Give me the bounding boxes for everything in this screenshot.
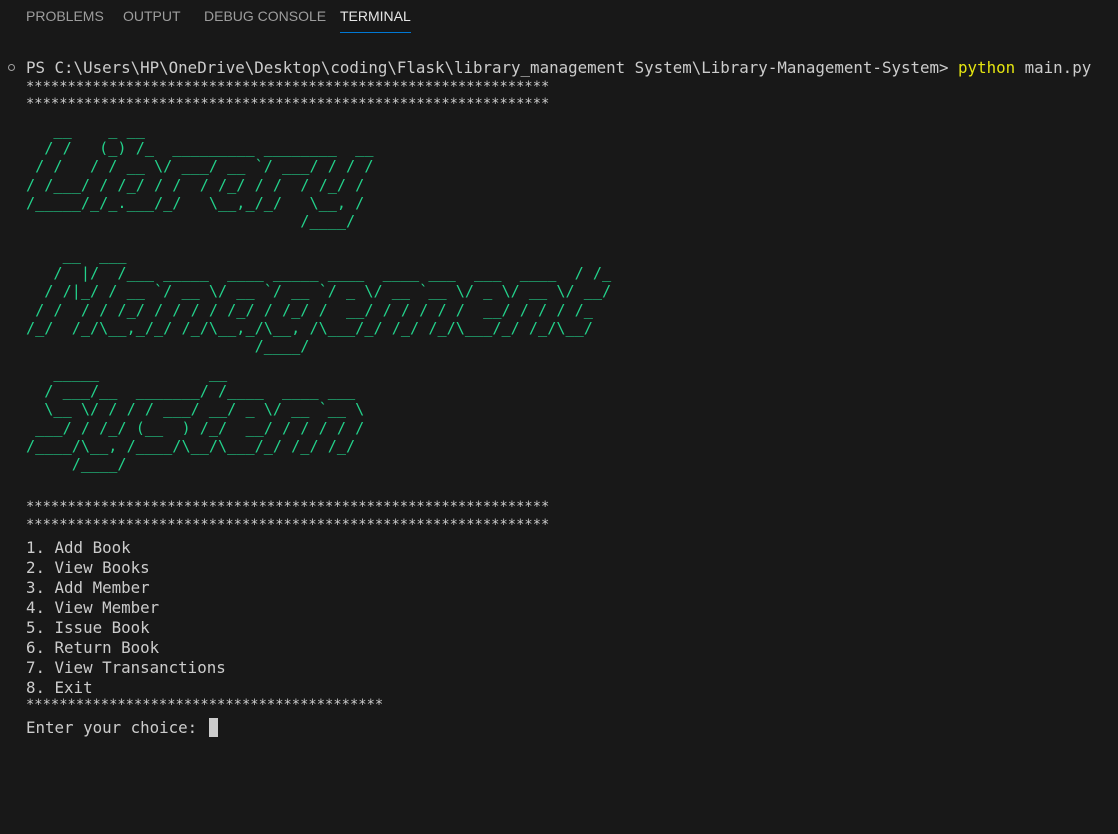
terminal-cursor[interactable]	[208, 718, 218, 737]
menu-item-issue-book: 5. Issue Book	[26, 618, 150, 637]
menu-item-view-books: 2. View Books	[26, 558, 150, 577]
tab-debug-console[interactable]: DEBUG CONSOLE	[204, 0, 326, 33]
command-decoration-circle-icon[interactable]	[8, 64, 15, 71]
separator-stars: ****************************************…	[26, 499, 550, 515]
terminal-panel: PROBLEMS OUTPUT DEBUG CONSOLE TERMINAL P…	[0, 0, 1118, 834]
terminal-output[interactable]: PS C:\Users\HP\OneDrive\Desktop\coding\F…	[26, 0, 1091, 737]
separator-stars: ****************************************…	[26, 517, 550, 533]
menu-item-view-transactions: 7. View Transanctions	[26, 658, 226, 677]
command-line: PS C:\Users\HP\OneDrive\Desktop\coding\F…	[26, 58, 1091, 78]
separator-stars: ****************************************…	[26, 96, 550, 112]
menu-item-add-member: 3. Add Member	[26, 578, 150, 597]
ascii-banner-library: __ _ __ / / (_) /_ _________ ________ __…	[26, 121, 374, 231]
menu-item-add-book: 1. Add Book	[26, 538, 131, 557]
command-program: python	[958, 58, 1016, 77]
menu-item-return-book: 6. Return Book	[26, 638, 160, 657]
shell-prompt: PS C:\Users\HP\OneDrive\Desktop\coding\F…	[26, 58, 959, 77]
menu-item-view-member: 4. View Member	[26, 598, 160, 617]
ascii-banner-management: __ ___ / |/ /___ _____ ____ _____ ____ _…	[26, 246, 612, 356]
tab-output[interactable]: OUTPUT	[123, 0, 181, 33]
panel-tab-bar: PROBLEMS OUTPUT DEBUG CONSOLE TERMINAL	[0, 0, 1118, 34]
input-prompt: Enter your choice:	[26, 718, 207, 737]
tab-terminal[interactable]: TERMINAL	[340, 0, 411, 33]
command-args: main.py	[1015, 58, 1092, 77]
input-line[interactable]: Enter your choice:	[26, 718, 218, 738]
separator-stars: ****************************************…	[26, 697, 384, 713]
ascii-banner-system: _____ __ / ___/__ _______/ /____ ____ __…	[26, 364, 365, 474]
